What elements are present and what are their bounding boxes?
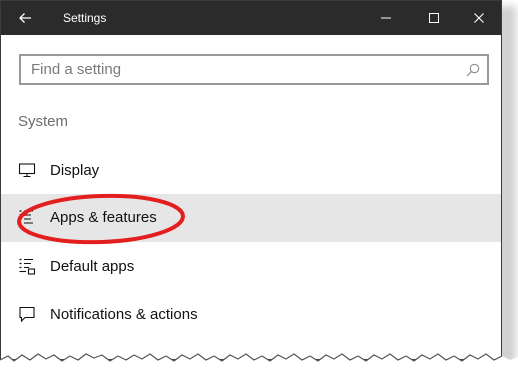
nav-item-default-apps[interactable]: Default apps <box>1 243 501 291</box>
default-apps-icon <box>19 258 36 275</box>
window-title: Settings <box>63 11 107 25</box>
nav-item-label: Default apps <box>50 258 135 275</box>
search-icon[interactable] <box>465 62 481 78</box>
minimize-icon <box>381 17 391 19</box>
minimize-button[interactable] <box>363 1 409 35</box>
nav-item-display[interactable]: Display <box>1 147 501 195</box>
section-title: System <box>18 113 69 130</box>
maximize-icon <box>429 13 439 23</box>
close-button[interactable] <box>456 1 501 35</box>
title-bar: Settings <box>1 1 501 35</box>
nav-item-apps-features[interactable]: Apps & features <box>1 194 501 242</box>
search-box[interactable] <box>19 54 489 85</box>
back-arrow-icon <box>19 13 31 23</box>
maximize-button[interactable] <box>411 1 457 35</box>
back-button[interactable] <box>1 1 49 35</box>
torn-edge <box>0 353 518 379</box>
close-icon <box>474 13 484 23</box>
screenshot-stage: Settings S <box>0 0 518 379</box>
display-icon <box>18 163 36 178</box>
nav-item-label: Notifications & actions <box>50 306 198 323</box>
nav-item-label: Apps & features <box>50 209 157 226</box>
settings-window: Settings S <box>0 0 502 360</box>
notifications-icon <box>19 306 35 323</box>
search-input[interactable] <box>21 56 461 83</box>
apps-features-icon <box>19 210 33 224</box>
nav-item-label: Display <box>50 162 100 179</box>
nav-item-notifications-actions[interactable]: Notifications & actions <box>1 291 501 339</box>
